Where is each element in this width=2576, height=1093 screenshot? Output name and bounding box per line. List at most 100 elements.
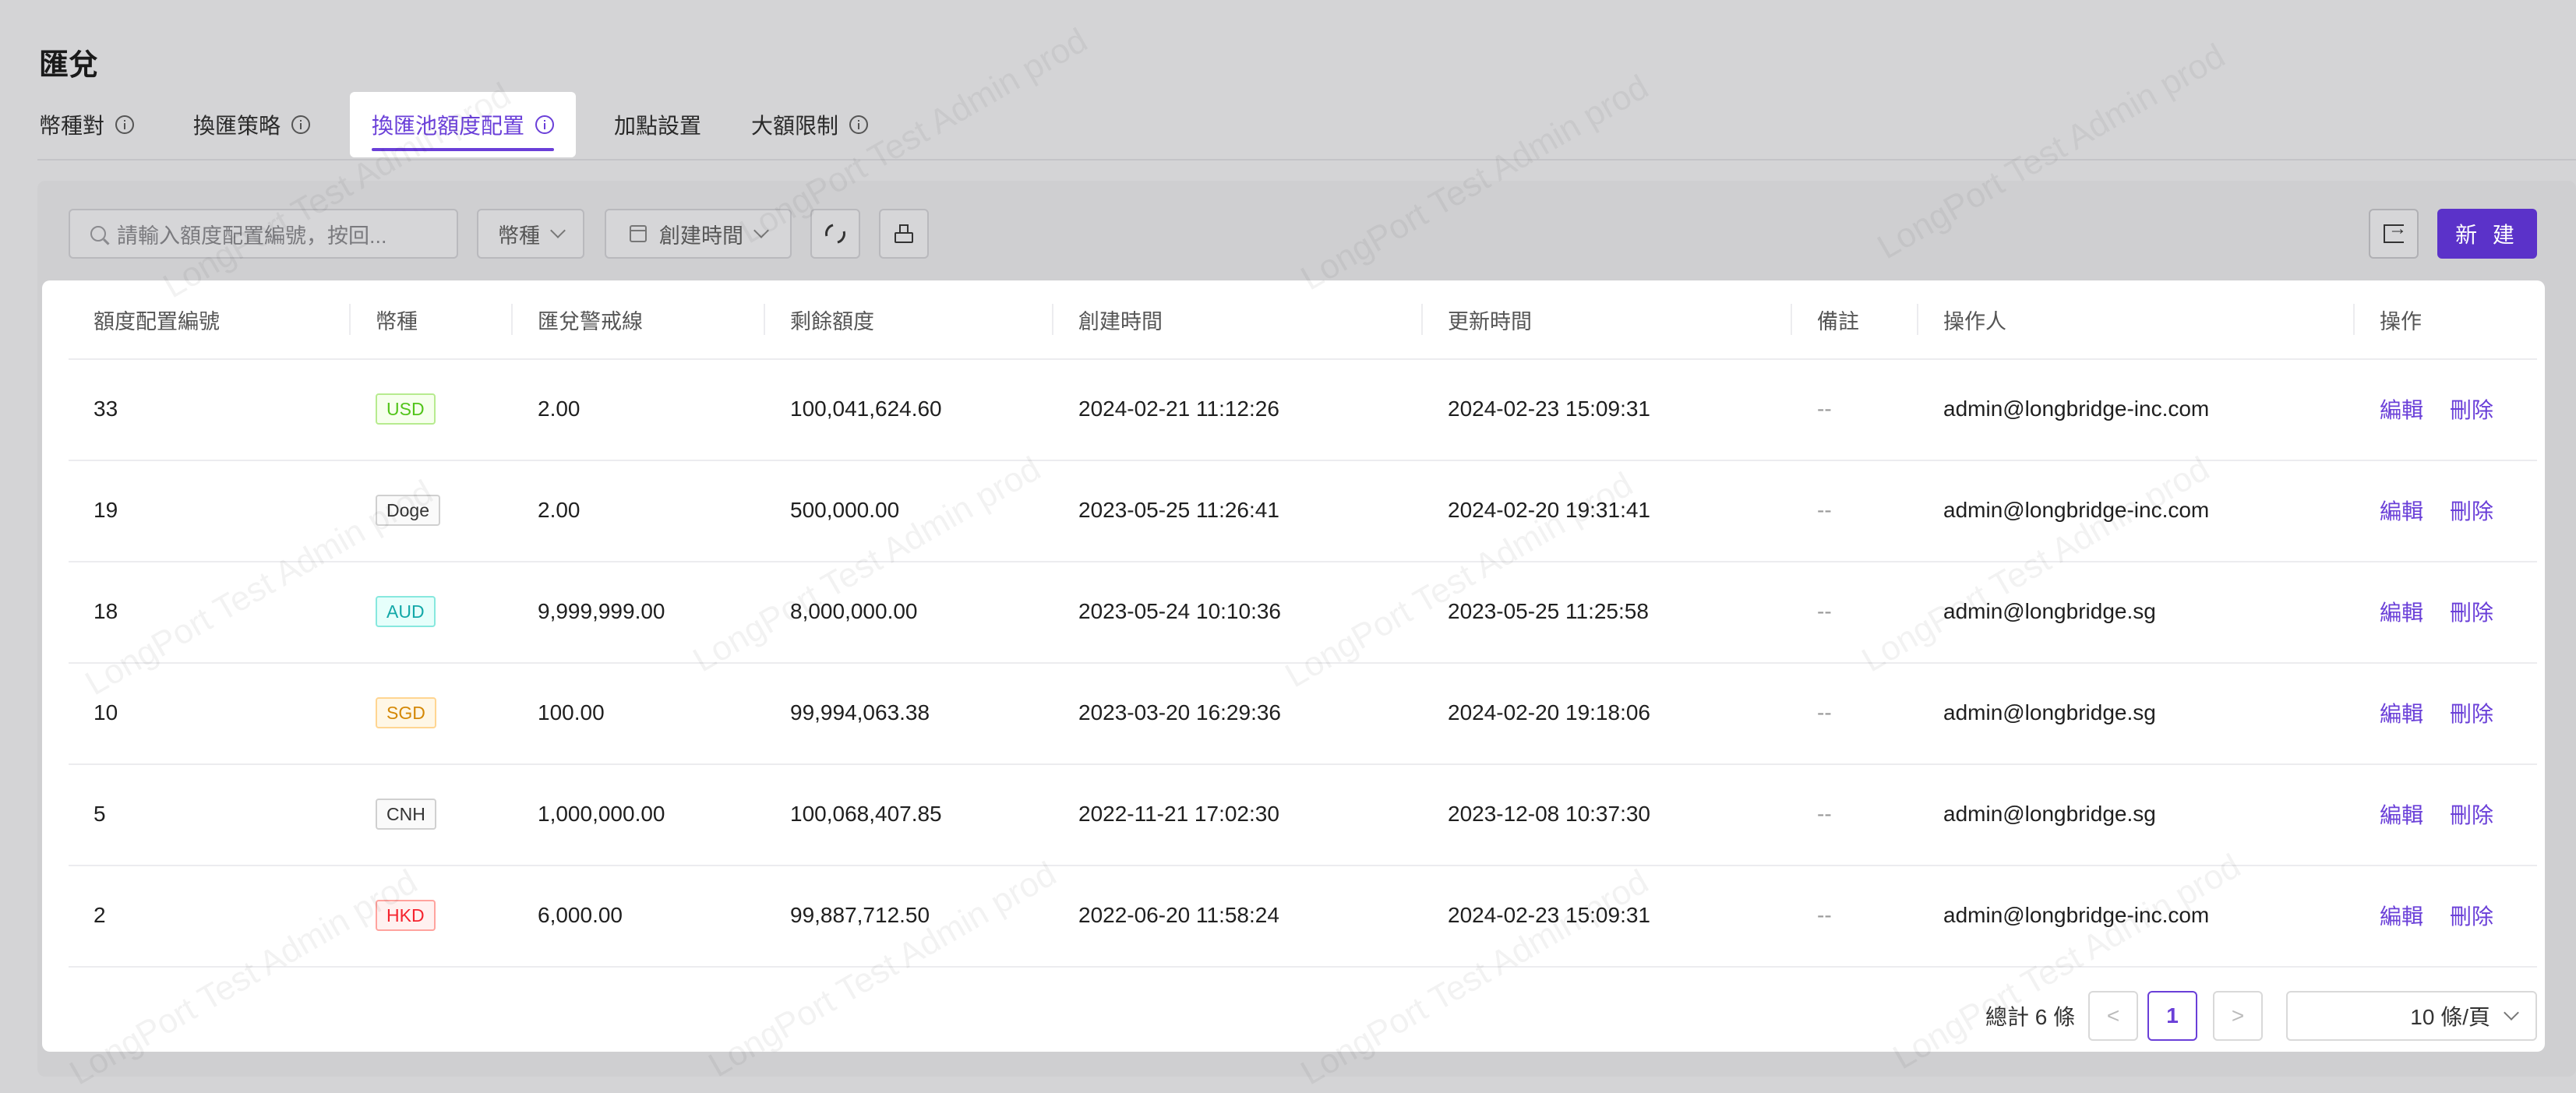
table-row: 5 CNH 1,000,000.00 100,068,407.85 2022-1…	[69, 763, 2537, 866]
chevron-down-icon	[2504, 1005, 2519, 1021]
cell-remaining: 99,887,712.50	[790, 903, 930, 927]
cell-remark: --	[1817, 802, 1832, 826]
currency-tag: AUD	[376, 596, 436, 627]
tab-bar-divider	[37, 159, 2576, 160]
export-icon	[2384, 218, 2407, 243]
cell-remaining: 99,994,063.38	[790, 700, 930, 725]
delete-link[interactable]: 刪除	[2450, 799, 2493, 830]
page-size-select[interactable]: 10 條/頁	[2286, 991, 2537, 1041]
column-divider	[511, 304, 513, 335]
edit-link[interactable]: 編輯	[2380, 900, 2423, 931]
tab-label: 大額限制	[751, 114, 839, 138]
info-icon[interactable]	[115, 115, 135, 134]
column-header-alert-line: 匯兌警戒線	[538, 309, 643, 333]
page-title: 匯兌	[39, 49, 99, 82]
cell-alert-line: 1,000,000.00	[538, 802, 665, 826]
cell-updated: 2023-12-08 10:37:30	[1448, 802, 1650, 826]
tab-exchange-strategy[interactable]: 換匯策略	[193, 92, 311, 157]
cell-updated: 2024-02-23 15:09:31	[1448, 903, 1650, 927]
column-divider	[349, 304, 351, 335]
tab-currency-pairs[interactable]: 幣種對	[39, 92, 135, 157]
cell-operator: admin@longbridge-inc.com	[1943, 903, 2210, 927]
tab-label: 幣種對	[39, 114, 105, 138]
page-1-button[interactable]: 1	[2147, 991, 2197, 1041]
delete-link[interactable]: 刪除	[2450, 900, 2493, 931]
table-row: 10 SGD 100.00 99,994,063.38 2023-03-20 1…	[69, 662, 2537, 765]
pagination-total: 總計 6 條	[1985, 1005, 2076, 1029]
tab-markup-settings[interactable]: 加點設置	[614, 92, 701, 157]
cell-id: 2	[94, 903, 106, 927]
next-page-button[interactable]: >	[2213, 991, 2263, 1041]
edit-link[interactable]: 編輯	[2380, 799, 2423, 830]
cell-id: 18	[94, 599, 118, 623]
cell-created: 2024-02-21 11:12:26	[1078, 397, 1279, 421]
cell-updated: 2024-02-23 15:09:31	[1448, 397, 1650, 421]
cell-created: 2023-05-25 11:26:41	[1078, 498, 1279, 522]
tab-pool-quota-config[interactable]: 換匯池額度配置	[350, 92, 577, 157]
clear-filters-button[interactable]	[879, 209, 929, 259]
calendar-icon	[630, 225, 647, 242]
tab-bar: 幣種對 換匯策略 換匯池額度配置 加點設置 大額限制	[0, 92, 2576, 160]
cell-id: 10	[94, 700, 118, 725]
cell-alert-line: 6,000.00	[538, 903, 623, 927]
info-icon[interactable]	[291, 115, 311, 134]
currency-tag: SGD	[376, 697, 436, 728]
column-divider	[1917, 304, 1918, 335]
delete-link[interactable]: 刪除	[2450, 393, 2493, 425]
delete-link[interactable]: 刪除	[2450, 596, 2493, 627]
delete-link[interactable]: 刪除	[2450, 495, 2493, 526]
cell-operator: admin@longbridge-inc.com	[1943, 397, 2210, 421]
column-header-remark: 備註	[1817, 309, 1859, 333]
tab-large-amount-limit[interactable]: 大額限制	[751, 92, 869, 157]
column-header-operator: 操作人	[1943, 309, 2006, 333]
cell-created: 2022-06-20 11:58:24	[1078, 903, 1279, 927]
column-header-updated: 更新時間	[1448, 309, 1532, 333]
new-button[interactable]: 新 建	[2437, 209, 2537, 259]
table-row: 2 HKD 6,000.00 99,887,712.50 2022-06-20 …	[69, 865, 2537, 968]
currency-select-label: 幣種	[498, 224, 540, 248]
column-divider	[1791, 304, 1792, 335]
export-button[interactable]	[2369, 209, 2419, 259]
cell-remaining: 100,068,407.85	[790, 802, 942, 826]
prev-page-button[interactable]: <	[2088, 991, 2138, 1041]
search-input[interactable]: 請輸入額度配置編號，按回...	[69, 209, 458, 259]
cell-created: 2022-11-21 17:02:30	[1078, 802, 1279, 826]
delete-link[interactable]: 刪除	[2450, 697, 2493, 728]
currency-tag: HKD	[376, 900, 436, 931]
page-size-label: 10 條/頁	[2410, 1005, 2490, 1029]
cell-remark: --	[1817, 397, 1832, 421]
cell-id: 5	[94, 802, 106, 826]
tab-label: 換匯策略	[193, 114, 281, 138]
refresh-button[interactable]	[810, 209, 860, 259]
edit-link[interactable]: 編輯	[2380, 596, 2423, 627]
search-placeholder: 請輸入額度配置編號，按回...	[117, 224, 387, 248]
currency-tag: CNH	[376, 799, 436, 830]
edit-link[interactable]: 編輯	[2380, 495, 2423, 526]
created-time-select[interactable]: 創建時間	[605, 209, 792, 259]
refresh-icon	[821, 220, 849, 248]
quota-table-card: 額度配置編號 幣種 匯兌警戒線 剩餘額度 創建時間 更新時間 備註 操作人 操作…	[42, 280, 2545, 1052]
info-icon[interactable]	[849, 115, 869, 134]
cell-remaining: 100,041,624.60	[790, 397, 942, 421]
column-header-currency: 幣種	[376, 309, 418, 333]
table-row: 18 AUD 9,999,999.00 8,000,000.00 2023-05…	[69, 561, 2537, 664]
cell-alert-line: 100.00	[538, 700, 605, 725]
info-icon[interactable]	[535, 115, 555, 134]
table-row: 19 Doge 2.00 500,000.00 2023-05-25 11:26…	[69, 460, 2537, 562]
column-header-remaining: 剩餘額度	[790, 309, 874, 333]
clear-icon	[893, 224, 915, 243]
active-tab-indicator	[372, 148, 555, 151]
edit-link[interactable]: 編輯	[2380, 393, 2423, 425]
cell-remark: --	[1817, 903, 1832, 927]
cell-updated: 2024-02-20 19:31:41	[1448, 498, 1650, 522]
search-icon	[90, 226, 106, 242]
cell-created: 2023-03-20 16:29:36	[1078, 700, 1281, 725]
edit-link[interactable]: 編輯	[2380, 697, 2423, 728]
currency-select[interactable]: 幣種	[477, 209, 584, 259]
cell-remark: --	[1817, 599, 1832, 623]
cell-updated: 2024-02-20 19:18:06	[1448, 700, 1650, 725]
cell-alert-line: 2.00	[538, 397, 580, 421]
cell-updated: 2023-05-25 11:25:58	[1448, 599, 1649, 623]
cell-id: 19	[94, 498, 118, 522]
cell-alert-line: 2.00	[538, 498, 580, 522]
